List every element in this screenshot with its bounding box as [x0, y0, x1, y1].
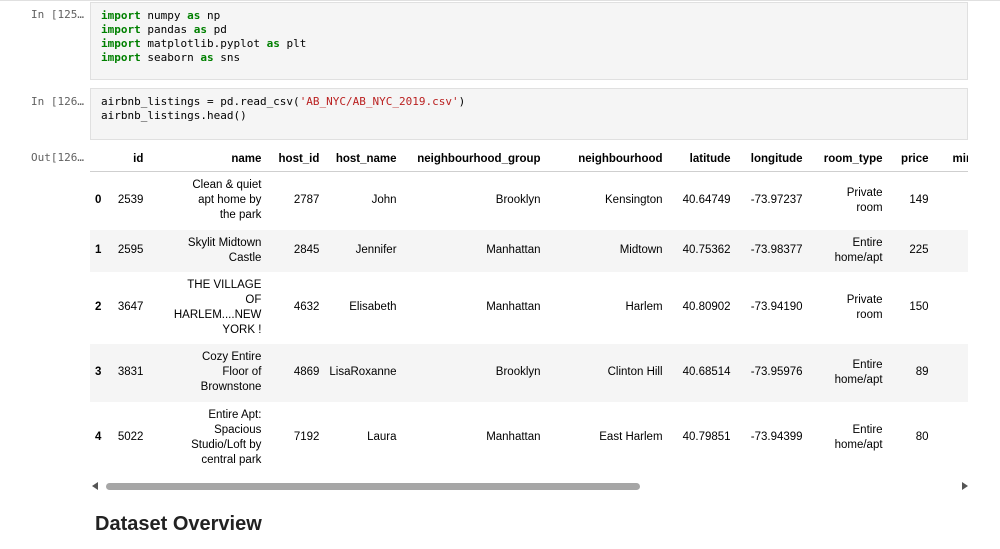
table-cell: Brooklyn: [495, 366, 541, 378]
row-index: 2: [95, 301, 102, 313]
output-prompt: Out[126…: [31, 151, 84, 164]
column-header: name: [148, 146, 267, 172]
table-cell: Laura: [367, 431, 397, 443]
dataframe-table: id name host_id host_name neighbourhood_grou…: [90, 146, 968, 474]
table-cell: 2539: [117, 194, 144, 207]
column-header: host_id: [266, 146, 325, 172]
table-cell: Harlem: [625, 301, 663, 313]
table-row: 0 2539 Clean & quiet apt home by the park 278…: [90, 172, 968, 230]
table-cell: Elisabeth: [349, 301, 397, 313]
table-cell: -73.94190: [750, 301, 803, 313]
table-cell: Manhattan: [486, 301, 541, 313]
table-cell: THE VILLAGE OF HARLEM....NEW YORK !: [173, 278, 262, 336]
table-cell: Private room: [846, 293, 883, 321]
code-line: import numpy as np: [101, 9, 221, 22]
table-cell: -73.97237: [750, 194, 803, 207]
table-cell: 1: [934, 344, 968, 402]
table-cell: Midtown: [619, 244, 663, 256]
cell-prompt-2: In [126…: [31, 95, 84, 108]
column-header: neighbourhood_group: [401, 146, 546, 172]
index-header: [90, 146, 107, 172]
table-cell: 40.79851: [682, 431, 731, 443]
table-cell: Manhattan: [486, 244, 541, 256]
table-cell: 2595: [117, 244, 144, 256]
top-border: [0, 0, 1000, 1]
table-cell: 40.80902: [682, 301, 731, 313]
column-header: longitude: [735, 146, 808, 172]
scroll-left-icon[interactable]: [92, 482, 98, 490]
row-index: 3: [95, 366, 102, 378]
table-cell: Entire home/apt: [834, 236, 883, 264]
table-cell: Manhattan: [486, 431, 541, 443]
scrollbar-thumb[interactable]: [106, 483, 640, 490]
table-cell: 10: [934, 402, 968, 474]
table-cell: 80: [915, 431, 929, 443]
row-index: 4: [95, 431, 102, 443]
table-cell: 2845: [293, 244, 320, 256]
table-cell: Jennifer: [355, 244, 397, 256]
table-cell: -73.94399: [750, 431, 803, 443]
table-cell: Kensington: [605, 194, 663, 207]
code-line: airbnb_listings.head(): [101, 109, 247, 122]
code-editor[interactable]: airbnb_listings = pd.read_csv('AB_NYC/AB…: [91, 89, 967, 129]
table-row: 1 2595 Skylit Midtown Castle 2845 Jennifer Man…: [90, 229, 968, 272]
column-header: id: [106, 146, 149, 172]
section-heading: Dataset Overview: [95, 513, 262, 535]
table-cell: 3: [934, 272, 968, 344]
table-cell: 89: [915, 366, 929, 378]
table-cell: Private room: [846, 186, 883, 214]
column-header: minimum_nights: [933, 146, 968, 172]
code-cell-imports[interactable]: import numpy as np import pandas as pd imp…: [90, 2, 968, 80]
code-cell-read-csv[interactable]: airbnb_listings = pd.read_csv('AB_NYC/AB…: [90, 88, 968, 140]
code-line: import seaborn as sns: [101, 51, 241, 64]
table-row: 3 3831 Cozy Entire Floor of Brownstone 4869 Li…: [90, 343, 968, 402]
table-cell: East Harlem: [599, 431, 663, 443]
table-cell: Clean & quiet apt home by the park: [192, 179, 262, 222]
table-cell: 1: [934, 172, 968, 230]
table-cell: 40.75362: [682, 244, 731, 256]
table-cell: -73.98377: [750, 244, 803, 256]
table-row: 2 3647 THE VILLAGE OF HARLEM....NEW YORK ! 463…: [90, 272, 968, 344]
row-index: 0: [95, 194, 102, 207]
table-cell: Brooklyn: [495, 194, 541, 207]
table-cell: 225: [909, 244, 929, 256]
table-row: 4 5022 Entire Apt: Spacious Studio/Loft by ce…: [90, 402, 968, 474]
table-cell: Entire home/apt: [834, 358, 883, 386]
table-cell: 5022: [117, 431, 144, 443]
table-cell: Entire home/apt: [834, 423, 883, 451]
cell-prompt-1: In [125…: [31, 8, 84, 21]
table-cell: 4632: [293, 301, 320, 313]
table-cell: 149: [909, 194, 929, 207]
table-cell: 40.64749: [682, 194, 731, 207]
table-cell: Entire Apt: Spacious Studio/Loft by central…: [191, 408, 262, 466]
code-line: import matplotlib.pyplot as plt: [101, 37, 307, 50]
column-header: latitude: [667, 146, 736, 172]
table-cell: 1: [934, 230, 968, 272]
table-cell: Cozy Entire Floor of Brownstone: [200, 351, 262, 393]
code-line: import pandas as pd: [101, 23, 227, 36]
column-header: host_name: [324, 146, 402, 172]
table-header-row: id name host_id host_name neighbourhood_grou…: [90, 146, 968, 172]
table-cell: 4869: [293, 366, 320, 378]
row-index: 1: [95, 244, 102, 256]
table-cell: Clinton Hill: [607, 366, 663, 378]
table-cell: 7192: [293, 431, 320, 443]
column-header: room_type: [807, 146, 888, 172]
dataframe-output: id name host_id host_name neighbourhood_grou…: [90, 146, 968, 478]
table-cell: 40.68514: [682, 366, 731, 378]
table-cell: Skylit Midtown Castle: [187, 236, 262, 264]
horizontal-scrollbar[interactable]: [92, 481, 968, 493]
table-cell: -73.95976: [750, 366, 803, 378]
column-header: price: [887, 146, 934, 172]
scroll-right-icon[interactable]: [962, 482, 968, 490]
code-line: airbnb_listings = pd.read_csv('AB_NYC/AB…: [101, 95, 466, 108]
code-editor[interactable]: import numpy as np import pandas as pd imp…: [91, 3, 967, 71]
table-cell: LisaRoxanne: [329, 366, 397, 378]
table-cell: 2787: [293, 194, 320, 207]
table-cell: 150: [909, 301, 929, 313]
column-header: neighbourhood: [545, 146, 668, 172]
table-cell: 3647: [117, 301, 144, 313]
table-cell: 3831: [117, 366, 144, 378]
table-cell: John: [371, 194, 397, 207]
